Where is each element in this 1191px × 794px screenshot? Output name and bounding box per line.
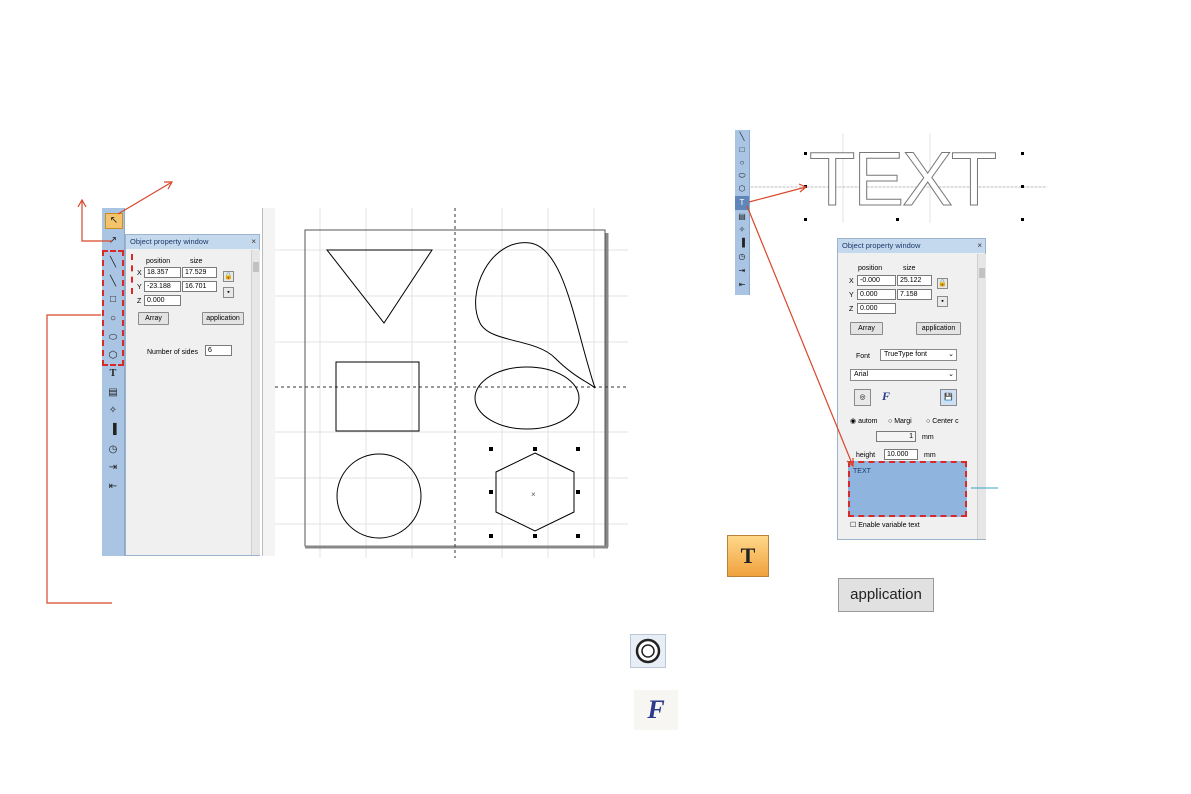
text-tool-glyph: T [740,543,756,568]
font-settings-large-icon [630,634,666,668]
text-tool-large-icon: T [727,535,769,577]
right-annotations [746,183,998,489]
font-f-large-icon: F [634,690,678,730]
left-annotations [46,181,174,604]
application-large-button: application [838,578,934,612]
f-glyph: F [647,695,665,724]
